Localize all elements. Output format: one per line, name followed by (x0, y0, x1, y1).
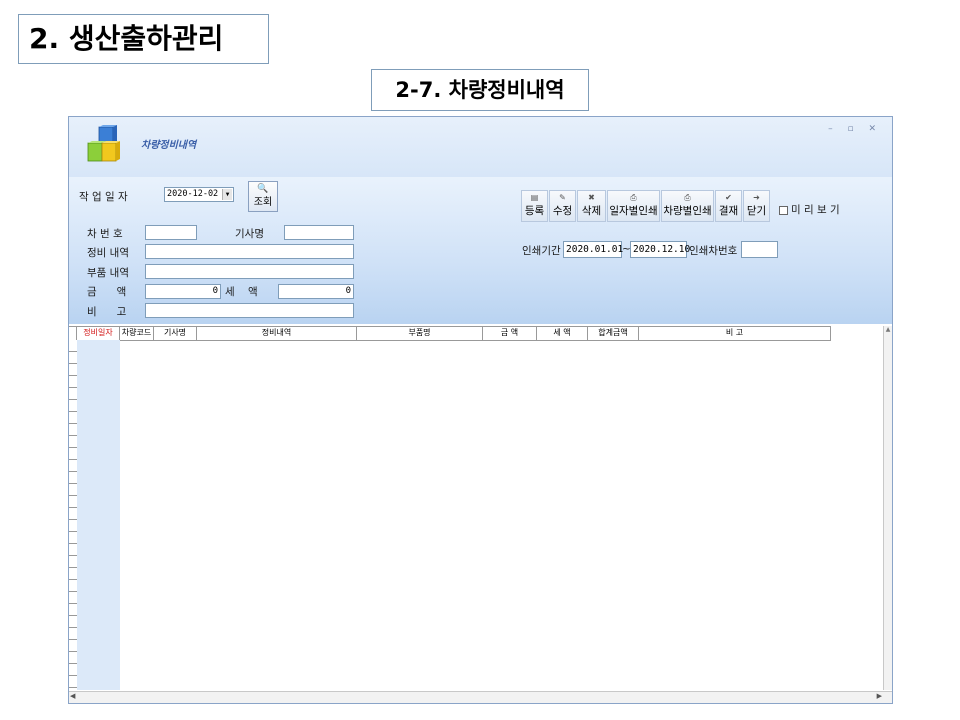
preview-label: 미 리 보 기 (791, 204, 840, 216)
close-button[interactable]: ➜ 닫기 (743, 190, 770, 222)
work-date-value: 2020-12-02 (167, 189, 219, 199)
driver-input[interactable] (284, 225, 354, 240)
approve-button[interactable]: ✔ 결재 (715, 190, 742, 222)
column-header[interactable]: 비 고 (639, 327, 831, 340)
grid-corner (69, 327, 77, 340)
approve-button-label: 결재 (718, 205, 739, 217)
delete-button-label: 삭제 (581, 205, 602, 217)
exit-icon: ➜ (753, 193, 760, 202)
search-button[interactable]: 🔍 조회 (248, 181, 278, 212)
edit-icon: ✎ (559, 193, 566, 202)
vehicle-no-input[interactable] (145, 225, 197, 240)
parts-label: 부품 내역 (87, 267, 129, 279)
horizontal-scrollbar[interactable]: ◀ ▶ (69, 691, 892, 703)
column-header[interactable]: 합계금액 (588, 327, 639, 340)
print-by-vehicle-button[interactable]: ⎙ 차량별인쇄 (661, 190, 714, 222)
scroll-left-icon[interactable]: ◀ (70, 692, 75, 700)
form-panel: 작 업 일 자 2020-12-02 ▼ 🔍 조회 차 번 호 기사명 정비 내… (69, 177, 892, 324)
column-header[interactable]: 정비내역 (197, 327, 357, 340)
column-header[interactable]: 기사명 (154, 327, 197, 340)
scroll-up-icon[interactable]: ▲ (886, 326, 891, 333)
register-button[interactable]: ▤ 등록 (521, 190, 548, 222)
print-from-input[interactable]: 2020.01.01 (563, 241, 623, 258)
column-header[interactable]: 정비일자 (77, 327, 120, 340)
printer-icon: ⎙ (684, 193, 691, 202)
column-header[interactable]: 세 액 (537, 327, 588, 340)
note-input[interactable] (145, 303, 354, 318)
delete-button[interactable]: ✖ 삭제 (577, 190, 606, 222)
search-button-label: 조회 (253, 197, 273, 208)
repair-label: 정비 내역 (87, 247, 129, 259)
checkbox-icon[interactable] (779, 205, 788, 215)
driver-label: 기사명 (235, 228, 264, 240)
print-by-date-button[interactable]: ⎙ 일자별인쇄 (607, 190, 660, 222)
slide-subtitle: 2-7. 차량정비내역 (371, 69, 589, 111)
repair-input[interactable] (145, 244, 354, 259)
parts-input[interactable] (145, 264, 354, 279)
amount-label: 금 액 (87, 286, 127, 298)
register-button-label: 등록 (524, 205, 545, 217)
preview-checkbox[interactable]: 미 리 보 기 (779, 202, 840, 217)
app-window: 차량정비내역 – ▫ ✕ 작 업 일 자 2020-12-02 ▼ 🔍 조회 차… (68, 116, 893, 704)
work-date-select[interactable]: 2020-12-02 ▼ (164, 187, 234, 202)
work-date-label: 작 업 일 자 (79, 191, 128, 203)
tax-input[interactable]: 0 (278, 284, 354, 299)
window-header: 차량정비내역 – ▫ ✕ (69, 117, 892, 177)
note-label: 비 고 (87, 306, 127, 318)
toolbar: ▤ 등록 ✎ 수정 ✖ 삭제 ⎙ 일자별인쇄 ⎙ 차량별인쇄 ✔ 결재 ➜ 닫기 (521, 190, 770, 222)
register-icon: ▤ (530, 193, 539, 202)
tax-label: 세 액 (225, 286, 258, 298)
data-grid[interactable]: 정비일자 차량코드 기사명 정비내역 부품명 금 액 세 액 합계금액 비 고 … (69, 324, 892, 703)
edit-button[interactable]: ✎ 수정 (549, 190, 576, 222)
chevron-down-icon[interactable]: ▼ (222, 189, 232, 200)
grid-header: 정비일자 차량코드 기사명 정비내역 부품명 금 액 세 액 합계금액 비 고 (69, 326, 831, 341)
column-header[interactable]: 차량코드 (120, 327, 154, 340)
printer-icon: ⎙ (630, 193, 637, 202)
print-by-vehicle-label: 차량별인쇄 (663, 205, 712, 217)
column-header[interactable]: 금 액 (483, 327, 537, 340)
approve-icon: ✔ (725, 193, 732, 202)
print-period-label: 인쇄기간 (522, 245, 561, 257)
column-header[interactable]: 부품명 (357, 327, 483, 340)
print-to-input[interactable]: 2020.12.10 (630, 241, 690, 258)
slide-title: 2. 생산출하관리 (18, 14, 269, 64)
print-vehicle-input[interactable] (741, 241, 778, 258)
date-column-highlight (77, 340, 120, 690)
edit-button-label: 수정 (552, 205, 573, 217)
delete-icon: ✖ (588, 193, 595, 202)
scroll-right-icon[interactable]: ▶ (877, 692, 882, 700)
window-title: 차량정비내역 (141, 140, 197, 151)
close-button-label: 닫기 (746, 205, 767, 217)
print-vehicle-label: 인쇄차번호 (689, 245, 738, 257)
vehicle-no-label: 차 번 호 (87, 228, 123, 240)
amount-input[interactable]: 0 (145, 284, 221, 299)
window-controls[interactable]: – ▫ ✕ (828, 124, 882, 134)
print-by-date-label: 일자별인쇄 (609, 205, 658, 217)
cubes-icon (87, 125, 120, 162)
vertical-scrollbar[interactable]: ▲ (883, 326, 892, 690)
